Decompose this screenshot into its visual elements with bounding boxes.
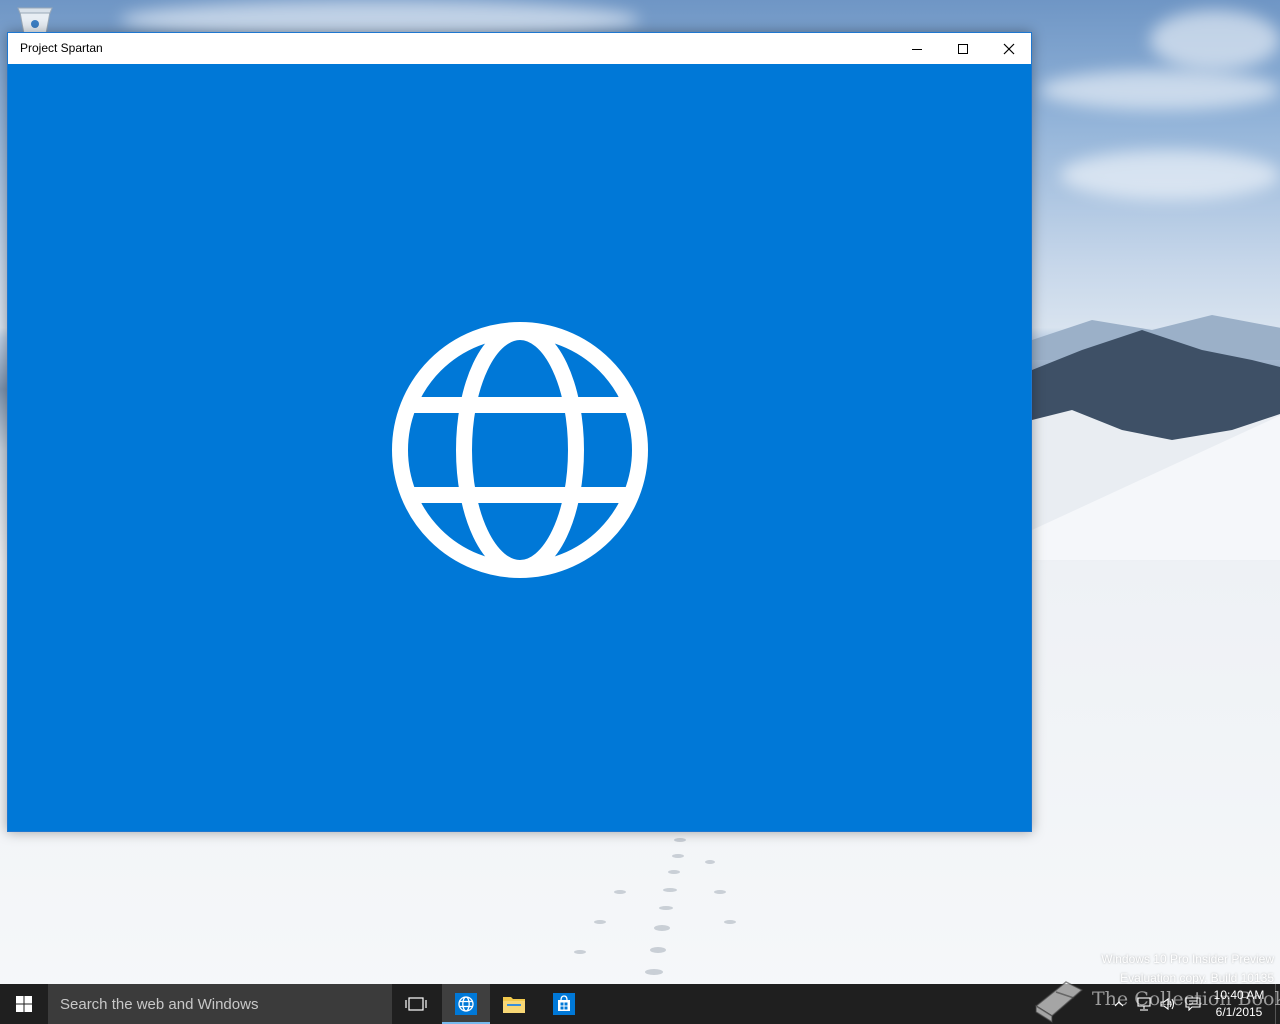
minimize-button[interactable] — [894, 33, 940, 64]
maximize-button[interactable] — [940, 33, 986, 64]
mountain-scenery — [1032, 315, 1280, 560]
windows-logo-icon — [16, 996, 32, 1012]
logo-text: The Collection Book — [1092, 988, 1280, 1010]
search-placeholder: Search the web and Windows — [60, 996, 259, 1013]
collection-book-logo: The Collection Book — [1030, 976, 1280, 1024]
watermark-line-1: Windows 10 Pro Insider Preview — [1101, 952, 1274, 966]
start-button[interactable] — [0, 984, 48, 1024]
store-icon — [553, 993, 575, 1015]
task-view-icon — [405, 997, 427, 1011]
globe-icon — [392, 322, 648, 578]
cloud — [1040, 70, 1280, 110]
splash-screen — [8, 64, 1031, 831]
cloud — [1060, 150, 1280, 200]
minimize-icon — [912, 48, 922, 50]
folder-icon — [503, 997, 525, 1013]
search-input[interactable]: Search the web and Windows — [48, 984, 392, 1024]
taskbar-app-store[interactable] — [540, 984, 588, 1024]
cloud — [1150, 10, 1280, 70]
close-button[interactable] — [986, 33, 1032, 64]
project-spartan-window[interactable]: Project Spartan — [7, 32, 1032, 832]
close-icon — [1003, 43, 1015, 54]
task-view-button[interactable] — [394, 984, 438, 1024]
globe-icon — [455, 993, 477, 1015]
window-titlebar[interactable]: Project Spartan — [8, 33, 1031, 64]
taskbar-app-project-spartan[interactable] — [442, 984, 490, 1024]
book-icon — [1034, 981, 1084, 1024]
desktop: Project Spartan Windows 10 Pro Insider P… — [0, 0, 1280, 1024]
taskbar-app-file-explorer[interactable] — [490, 984, 538, 1024]
recycle-bin-icon[interactable] — [14, 6, 56, 34]
snow-tracks — [574, 838, 736, 975]
maximize-icon — [958, 43, 968, 54]
window-title: Project Spartan — [20, 41, 103, 55]
